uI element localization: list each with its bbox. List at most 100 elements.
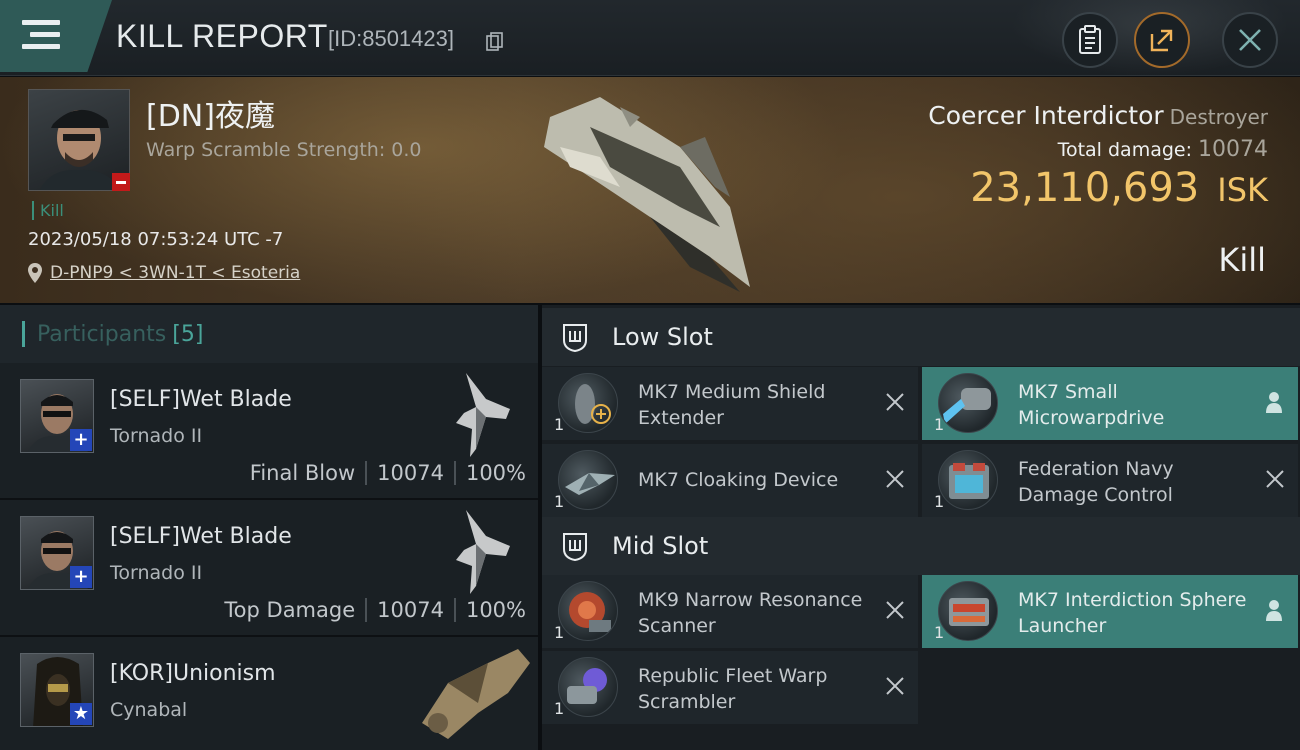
isk-unit: ISK bbox=[1217, 171, 1268, 209]
module-narrow-resonance-scanner[interactable]: 1 MK9 Narrow Resonance Scanner bbox=[542, 575, 918, 648]
mid-slot-title: Mid Slot bbox=[612, 532, 709, 560]
header-accent-bar bbox=[22, 321, 25, 347]
victim-banner: [DN]夜魔 Warp Scramble Strength: 0.0 Kill … bbox=[0, 77, 1300, 303]
menu-icon bbox=[22, 20, 60, 52]
participant-percent: 100% bbox=[465, 598, 526, 622]
victim-name[interactable]: [DN]夜魔 bbox=[146, 91, 275, 135]
ally-badge: + bbox=[70, 566, 92, 588]
module-quantity: 1 bbox=[554, 415, 565, 434]
participants-label: Participants bbox=[37, 321, 167, 347]
participants-count: [5] bbox=[172, 321, 204, 347]
location-pin-icon bbox=[28, 263, 42, 283]
module-name: MK9 Narrow Resonance Scanner bbox=[638, 589, 863, 637]
module-small-microwarpdrive[interactable]: 1 MK7 Small Microwarpdrive bbox=[922, 367, 1298, 440]
destroyed-icon bbox=[886, 393, 904, 411]
stat-divider bbox=[365, 598, 368, 622]
participant-row[interactable]: + [SELF]Wet Blade Tornado II Top Damage … bbox=[0, 500, 538, 637]
clipboard-icon bbox=[1079, 25, 1101, 54]
module-name: MK7 Interdiction Sphere Launcher bbox=[1018, 589, 1247, 637]
module-name: Federation Navy Damage Control bbox=[1018, 458, 1174, 506]
destroyed-icon bbox=[886, 470, 904, 488]
participant-stats: Top Damage 10074 100% bbox=[224, 598, 526, 622]
module-cloaking-device[interactable]: 1 MK7 Cloaking Device bbox=[542, 444, 918, 517]
module-name: Republic Fleet Warp Scrambler bbox=[638, 665, 828, 713]
share-button[interactable] bbox=[1134, 12, 1190, 68]
low-slot-icon bbox=[563, 324, 587, 352]
module-quantity: 1 bbox=[934, 492, 945, 511]
participant-name: [SELF]Wet Blade bbox=[110, 387, 292, 412]
participants-header: Participants [5] bbox=[0, 305, 538, 363]
location-link[interactable]: D-PNP9 < 3WN-1T < Esoteria bbox=[50, 263, 300, 283]
warp-scrambler-icon bbox=[558, 657, 618, 717]
module-quantity: 1 bbox=[934, 623, 945, 642]
share-icon bbox=[1150, 29, 1173, 52]
stat-divider bbox=[453, 598, 456, 622]
module-damage-control[interactable]: 1 Federation Navy Damage Control bbox=[922, 444, 1298, 517]
participant-row[interactable]: ★ [KOR]Unionism Cynabal bbox=[0, 637, 538, 750]
tornado-ship-icon bbox=[456, 373, 510, 457]
result-label: Kill bbox=[1218, 241, 1266, 279]
module-quantity: 1 bbox=[554, 492, 565, 511]
participant-ship: Cynabal bbox=[110, 699, 188, 721]
top-bar: KILL REPORT [ID:8501423] bbox=[0, 0, 1300, 80]
kill-tag: Kill bbox=[32, 201, 64, 220]
total-damage: Total damage: 10074 bbox=[1058, 137, 1268, 162]
clipboard-button[interactable] bbox=[1062, 12, 1118, 68]
isk-amount: 23,110,693 bbox=[970, 165, 1200, 211]
hostile-badge bbox=[112, 173, 130, 191]
page-title: KILL REPORT bbox=[116, 18, 328, 54]
stat-divider bbox=[365, 461, 368, 485]
kill-datetime: 2023/05/18 07:53:24 UTC -7 bbox=[28, 229, 284, 250]
victim-ship-icon bbox=[544, 97, 750, 292]
menu-button[interactable] bbox=[0, 0, 112, 72]
sphere-launcher-icon bbox=[938, 581, 998, 641]
total-damage-label: Total damage: bbox=[1057, 139, 1192, 161]
stat-divider bbox=[453, 461, 456, 485]
ally-badge: + bbox=[70, 429, 92, 451]
total-damage-value: 10074 bbox=[1198, 137, 1268, 162]
pilot-icon bbox=[1266, 392, 1282, 413]
participants-panel: Participants [5] + [SELF]Wet Blade Torna… bbox=[0, 305, 538, 750]
mid-slot-icon bbox=[563, 533, 587, 561]
report-id: [ID:8501423] bbox=[328, 26, 454, 51]
tornado-ship-icon bbox=[456, 510, 510, 594]
participant-ship: Tornado II bbox=[110, 425, 203, 447]
victim-ship-name[interactable]: Coercer Interdictor Destroyer bbox=[928, 101, 1268, 130]
module-medium-shield-extender[interactable]: 1 MK7 Medium Shield Extender bbox=[542, 367, 918, 440]
participant-percent: 100% bbox=[465, 461, 526, 485]
damage-control-icon bbox=[938, 450, 998, 510]
module-quantity: 1 bbox=[934, 415, 945, 434]
module-quantity: 1 bbox=[554, 699, 565, 718]
close-button[interactable] bbox=[1222, 12, 1278, 68]
shield-extender-icon bbox=[558, 373, 618, 433]
warp-scramble-strength: Warp Scramble Strength: 0.0 bbox=[146, 139, 422, 161]
ship-type: Coercer Interdictor bbox=[928, 101, 1164, 130]
module-warp-scrambler[interactable]: 1 Republic Fleet Warp Scrambler bbox=[542, 651, 918, 724]
microwarpdrive-icon bbox=[938, 373, 998, 433]
ally-badge: ★ bbox=[70, 703, 92, 725]
ship-class: Destroyer bbox=[1169, 105, 1268, 129]
module-name: MK7 Small Microwarpdrive bbox=[1018, 381, 1165, 429]
participant-ship: Tornado II bbox=[110, 562, 203, 584]
low-slot-title: Low Slot bbox=[612, 323, 713, 351]
module-quantity: 1 bbox=[554, 623, 565, 642]
cynabal-ship-icon bbox=[422, 649, 530, 739]
destroyed-icon bbox=[886, 677, 904, 695]
participant-row[interactable]: + [SELF]Wet Blade Tornado II Final Blow … bbox=[0, 363, 538, 500]
participant-stats: Final Blow 10074 100% bbox=[250, 461, 526, 485]
low-slot-header: Low Slot bbox=[542, 308, 1300, 366]
destroyed-icon bbox=[1266, 470, 1284, 488]
participant-role: Final Blow bbox=[249, 461, 356, 485]
cloaking-device-icon bbox=[558, 450, 618, 510]
participant-name: [SELF]Wet Blade bbox=[110, 524, 292, 549]
module-name: MK7 Medium Shield Extender bbox=[638, 381, 826, 429]
participant-role: Top Damage bbox=[224, 598, 356, 622]
fitting-panel: Low Slot 1 MK7 Medium Shield Extender 1 … bbox=[542, 305, 1300, 750]
pilot-icon bbox=[1266, 600, 1282, 621]
isk-value: 23,110,693 ISK bbox=[970, 165, 1268, 211]
copy-icon[interactable] bbox=[486, 32, 504, 52]
module-name: MK7 Cloaking Device bbox=[638, 469, 839, 491]
module-interdiction-sphere-launcher[interactable]: 1 MK7 Interdiction Sphere Launcher bbox=[922, 575, 1298, 648]
participant-name: [KOR]Unionism bbox=[110, 661, 276, 686]
close-icon bbox=[1239, 29, 1261, 51]
